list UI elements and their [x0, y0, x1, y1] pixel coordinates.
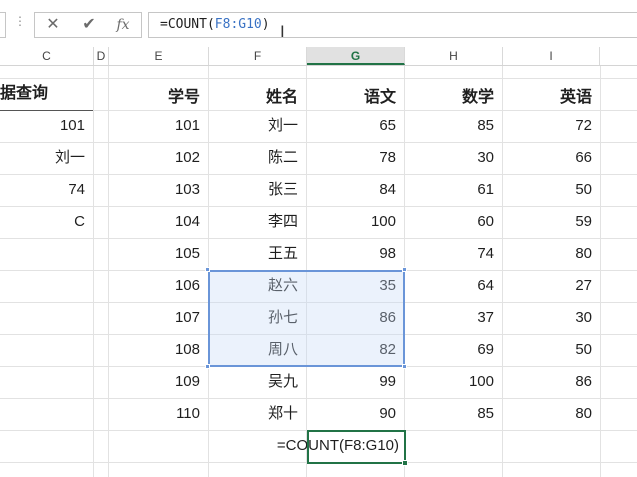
cell-student-id[interactable]: 101: [109, 110, 208, 142]
cell-chinese[interactable]: 90: [307, 398, 404, 430]
cell-math[interactable]: 100: [405, 366, 502, 398]
selection-handle[interactable]: [402, 364, 407, 369]
cell-math[interactable]: 60: [405, 206, 502, 238]
column-headers: C D E F G H I: [0, 47, 637, 66]
spreadsheet-grid[interactable]: 据查询 101 刘一 74 C 学号 姓名 语文 数学 英语 101 刘一 65 85…: [0, 66, 637, 477]
fill-handle[interactable]: [402, 460, 408, 466]
name-box-edge[interactable]: [0, 12, 6, 38]
side-table-value[interactable]: 刘一: [0, 142, 93, 174]
more-options-icon[interactable]: ⋮: [14, 14, 26, 28]
cell-student-id[interactable]: 102: [109, 142, 208, 174]
formula-suffix: ): [261, 17, 270, 32]
cell-name[interactable]: 陈二: [209, 142, 306, 174]
column-header-d[interactable]: D: [94, 47, 109, 65]
cell-student-id[interactable]: 104: [109, 206, 208, 238]
gridline: [93, 66, 94, 477]
column-header-h[interactable]: H: [405, 47, 503, 65]
cell-name[interactable]: 刘一: [209, 110, 306, 142]
cell-chinese[interactable]: 99: [307, 366, 404, 398]
cell-name[interactable]: 李四: [209, 206, 306, 238]
enter-icon[interactable]: ✔: [73, 13, 105, 37]
cell-english[interactable]: 50: [503, 334, 600, 366]
side-table-value[interactable]: 101: [0, 110, 93, 142]
cell-chinese[interactable]: 78: [307, 142, 404, 174]
formula-reference: F8:G10: [214, 17, 262, 32]
cell-student-id[interactable]: 107: [109, 302, 208, 334]
cell-english[interactable]: 80: [503, 238, 600, 270]
formula-prefix: =COUNT(: [160, 17, 215, 32]
cancel-icon[interactable]: ✕: [37, 13, 69, 37]
selection-handle[interactable]: [205, 364, 210, 369]
cell-chinese[interactable]: 84: [307, 174, 404, 206]
formula-bar: ⋮ ✕ ✔ fx =COUNT(F8:G10) I: [0, 0, 637, 44]
cell-name[interactable]: 吴九: [209, 366, 306, 398]
selection-handle[interactable]: [402, 267, 407, 272]
column-header-f[interactable]: F: [209, 47, 307, 65]
cell-math[interactable]: 61: [405, 174, 502, 206]
cell-chinese[interactable]: 65: [307, 110, 404, 142]
text-cursor-icon: I: [280, 22, 285, 41]
column-header-g[interactable]: G: [307, 47, 405, 65]
cell-math[interactable]: 69: [405, 334, 502, 366]
cell-student-id[interactable]: 109: [109, 366, 208, 398]
cell-english[interactable]: 72: [503, 110, 600, 142]
cell-math[interactable]: 85: [405, 398, 502, 430]
gridline: [0, 78, 637, 79]
cell-english[interactable]: 86: [503, 366, 600, 398]
cell-math[interactable]: 37: [405, 302, 502, 334]
active-cell-border[interactable]: [307, 430, 406, 464]
cell-student-id[interactable]: 105: [109, 238, 208, 270]
cell-name[interactable]: 张三: [209, 174, 306, 206]
cell-name[interactable]: 郑十: [209, 398, 306, 430]
cell-english[interactable]: 59: [503, 206, 600, 238]
cell-english[interactable]: 80: [503, 398, 600, 430]
column-header-c[interactable]: C: [0, 47, 94, 65]
cell-chinese[interactable]: 98: [307, 238, 404, 270]
selection-handle[interactable]: [205, 267, 210, 272]
cell-math[interactable]: 64: [405, 270, 502, 302]
column-header-i[interactable]: I: [503, 47, 600, 65]
cell-name[interactable]: 王五: [209, 238, 306, 270]
selected-range[interactable]: [208, 270, 405, 367]
cell-chinese[interactable]: 100: [307, 206, 404, 238]
cell-student-id[interactable]: 110: [109, 398, 208, 430]
side-table-value[interactable]: C: [0, 206, 93, 238]
gridline: [600, 66, 601, 477]
cell-math[interactable]: 74: [405, 238, 502, 270]
cell-student-id[interactable]: 108: [109, 334, 208, 366]
cell-english[interactable]: 27: [503, 270, 600, 302]
formula-input[interactable]: =COUNT(F8:G10): [148, 12, 637, 38]
side-table-value[interactable]: 74: [0, 174, 93, 206]
cell-english[interactable]: 66: [503, 142, 600, 174]
cell-student-id[interactable]: 106: [109, 270, 208, 302]
cell-math[interactable]: 30: [405, 142, 502, 174]
cell-math[interactable]: 85: [405, 110, 502, 142]
column-header-e[interactable]: E: [109, 47, 209, 65]
side-table-title[interactable]: 据查询: [0, 78, 93, 110]
cell-english[interactable]: 30: [503, 302, 600, 334]
cell-student-id[interactable]: 103: [109, 174, 208, 206]
formula-buttons: ✕ ✔ fx: [34, 12, 142, 38]
insert-function-icon[interactable]: fx: [107, 13, 139, 37]
cell-english[interactable]: 50: [503, 174, 600, 206]
